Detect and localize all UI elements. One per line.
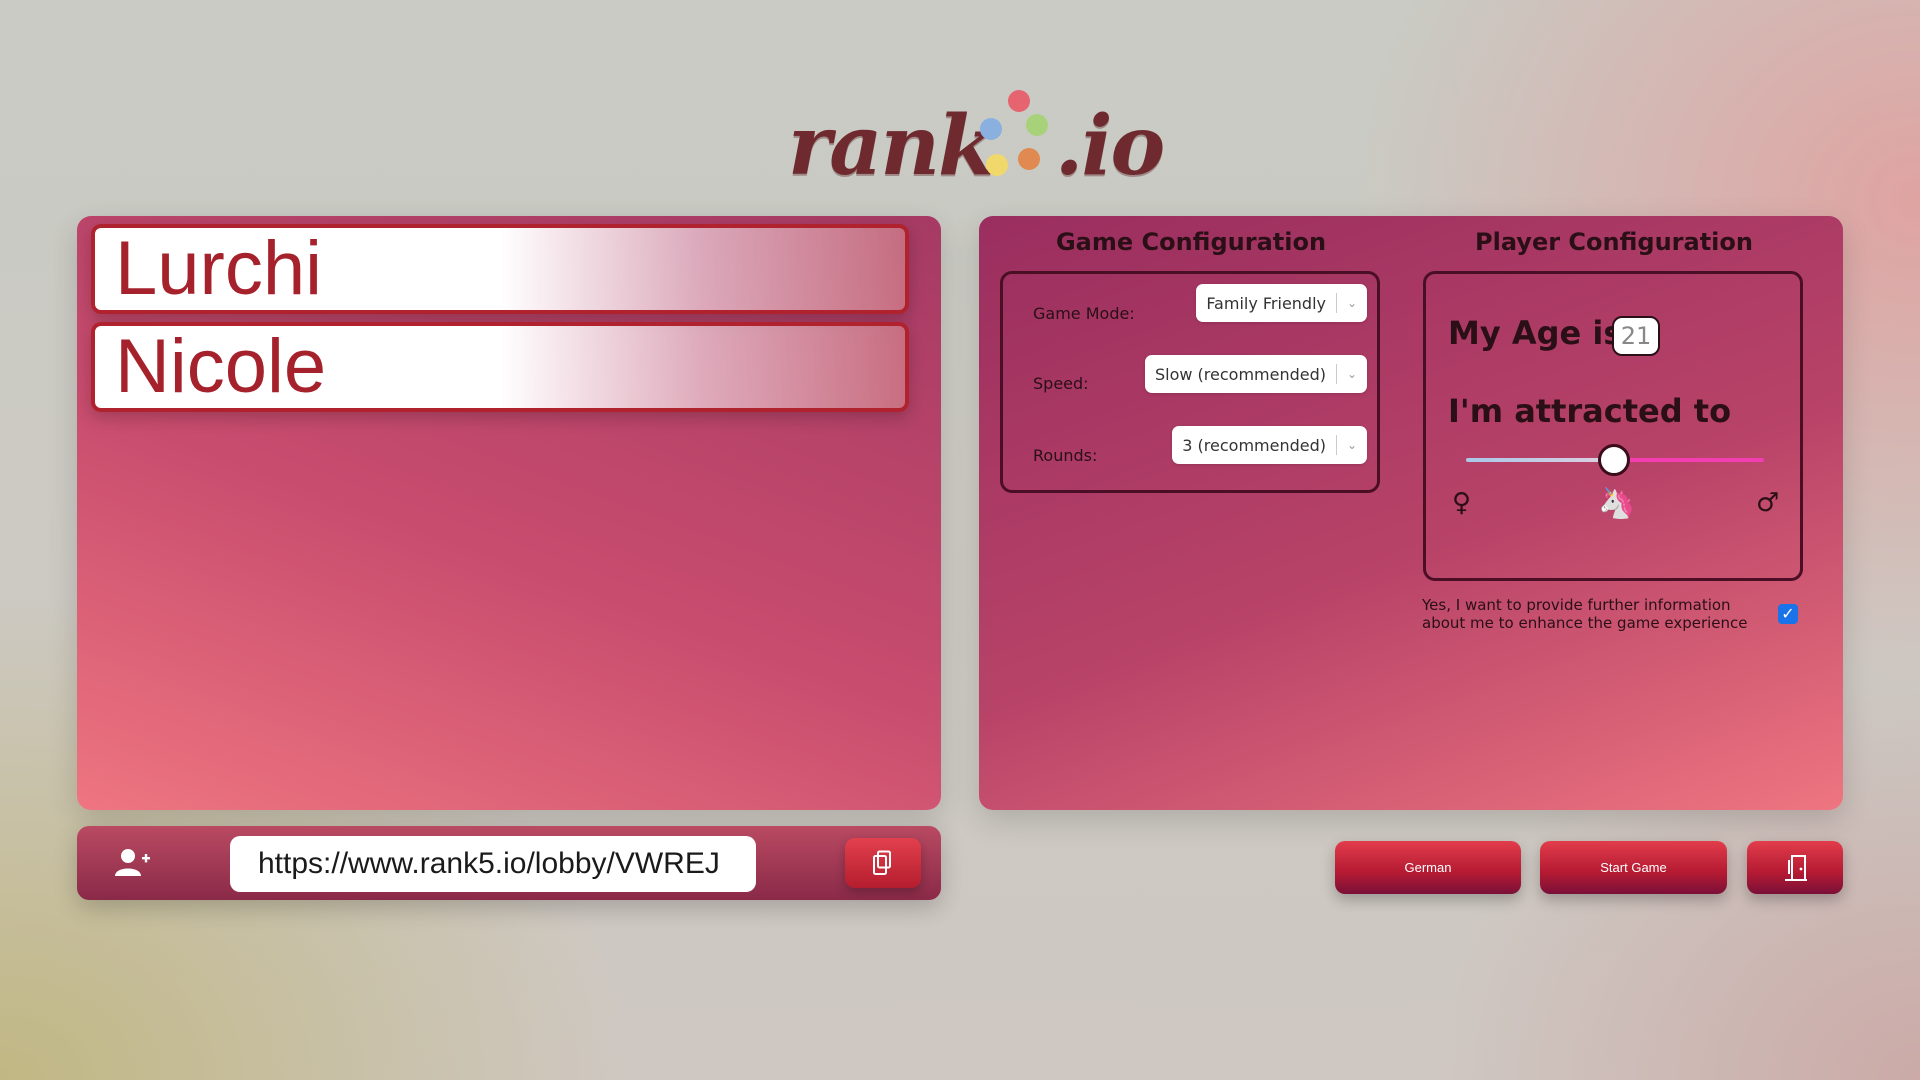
attraction-slider-track-fill[interactable]	[1616, 458, 1764, 462]
game-mode-label: Game Mode:	[1033, 304, 1135, 323]
player-name: Nicole	[115, 324, 327, 409]
info-consent-checkbox[interactable]: ✓	[1778, 604, 1798, 624]
attraction-label: I'm attracted to	[1448, 392, 1732, 430]
game-mode-select[interactable]: Family Friendly ⌄	[1196, 284, 1367, 322]
attraction-slider-thumb[interactable]	[1598, 444, 1630, 476]
copy-link-button[interactable]	[845, 838, 921, 888]
exit-door-icon	[1785, 855, 1807, 881]
game-config-title: Game Configuration	[1055, 228, 1327, 256]
female-icon: ♀	[1452, 488, 1472, 518]
copy-icon	[873, 850, 891, 875]
player-config-title: Player Configuration	[1475, 228, 1753, 256]
logo-wordmark: rank .io	[788, 98, 1165, 194]
player-config-box: My Age is 21 I'm attracted to ♀ 🦄 ♂	[1423, 271, 1803, 581]
logo-dot-yellow	[986, 154, 1008, 176]
player-card: Lurchi	[91, 224, 909, 314]
invite-bar: https://www.rank5.io/lobby/VWREJ	[77, 826, 941, 900]
logo-dot-green	[1026, 114, 1048, 136]
rank-io-logo: rank .io	[780, 90, 1165, 200]
player-card: Nicole	[91, 322, 909, 412]
config-panel: Game Configuration Player Configuration …	[979, 216, 1843, 810]
unicorn-icon: 🦄	[1598, 486, 1636, 521]
age-input[interactable]: 21	[1612, 316, 1660, 356]
attraction-slider-track[interactable]	[1466, 458, 1616, 462]
chevron-down-icon: ⌄	[1346, 367, 1358, 381]
logo-dot-orange	[1018, 148, 1040, 170]
age-label: My Age is	[1448, 314, 1623, 352]
rounds-label: Rounds:	[1033, 446, 1098, 465]
chevron-down-icon: ⌄	[1346, 296, 1358, 310]
select-separator	[1336, 293, 1337, 313]
chevron-down-icon: ⌄	[1346, 438, 1358, 452]
add-user-icon[interactable]	[115, 848, 151, 878]
game-config-box: Game Mode: Family Friendly ⌄ Speed: Slow…	[1000, 271, 1380, 493]
select-separator	[1336, 364, 1337, 384]
exit-button[interactable]	[1747, 841, 1843, 894]
language-button[interactable]: German	[1335, 841, 1521, 894]
male-icon: ♂	[1756, 488, 1780, 518]
logo-dot-blue	[980, 118, 1002, 140]
info-consent-text: Yes, I want to provide further informati…	[1422, 596, 1748, 632]
game-mode-value: Family Friendly	[1206, 293, 1326, 313]
select-separator	[1336, 435, 1337, 455]
speed-value: Slow (recommended)	[1154, 364, 1326, 384]
rounds-value: 3 (recommended)	[1182, 435, 1326, 455]
lobby-url-field[interactable]: https://www.rank5.io/lobby/VWREJ	[230, 836, 756, 892]
players-panel: Lurchi Nicole	[77, 216, 941, 810]
speed-select[interactable]: Slow (recommended) ⌄	[1144, 355, 1367, 393]
speed-label: Speed:	[1033, 374, 1089, 393]
start-game-button[interactable]: Start Game	[1540, 841, 1727, 894]
logo-dot-red	[1008, 90, 1030, 112]
rounds-select[interactable]: 3 (recommended) ⌄	[1172, 426, 1367, 464]
player-name: Lurchi	[115, 226, 322, 311]
